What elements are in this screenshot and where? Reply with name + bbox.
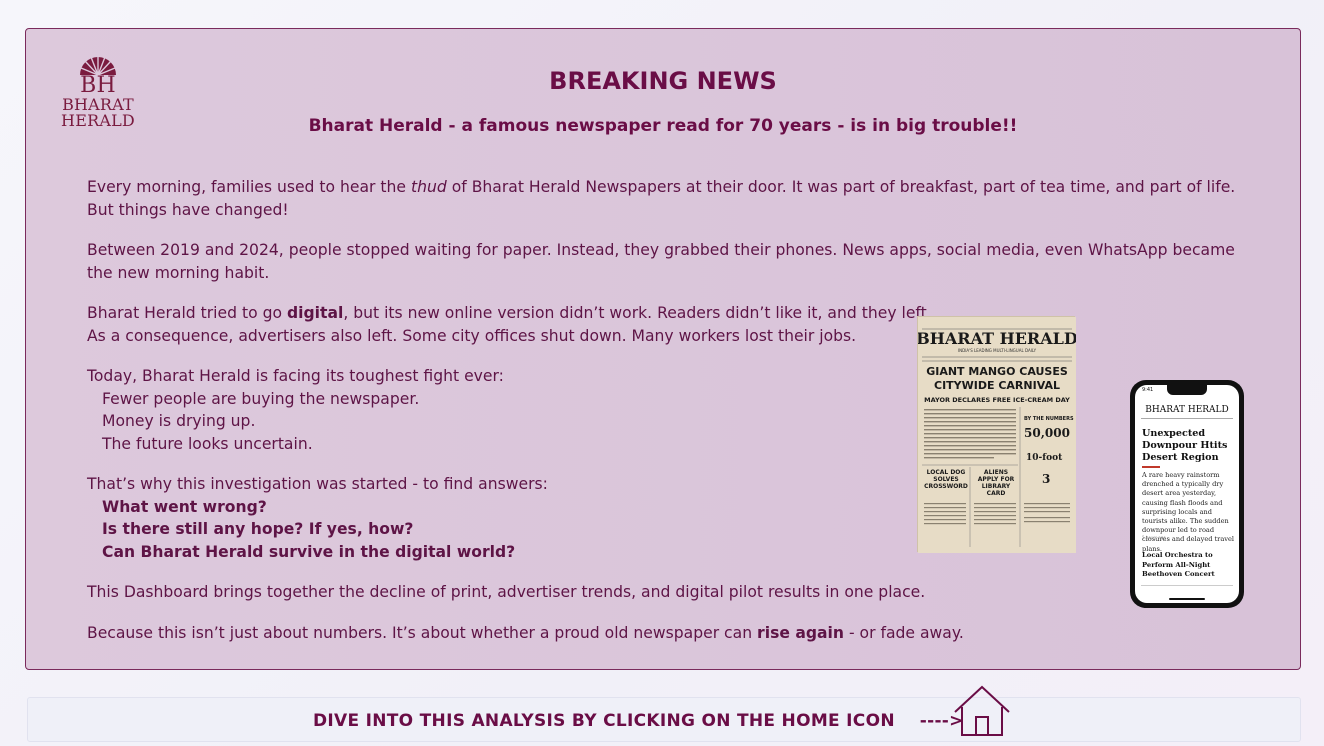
newspaper-masthead: BHARAT HERALD — [918, 329, 1076, 348]
phone-notch — [1167, 385, 1207, 395]
phone-accent-line — [1142, 466, 1160, 468]
paragraph-1: Every morning, families used to hear the… — [87, 176, 1247, 221]
footer-cta: DIVE INTO THIS ANALYSIS BY CLICKING ON T… — [313, 711, 964, 731]
p3-text-a: Bharat Herald tried to go — [87, 304, 287, 322]
newspaper-num-2: 10-foot — [1026, 453, 1063, 463]
phone-article-age: 5 hours ago — [1142, 535, 1166, 540]
phone-home-indicator — [1169, 598, 1205, 600]
p3-text-b: , but its new online version didn’t work… — [343, 304, 932, 322]
phone-masthead: BHARAT HERALD — [1145, 405, 1229, 415]
phone-article-body: A rare heavy rainstorm drenched a typica… — [1142, 471, 1235, 553]
phone-screen: 9:41 BHARAT HERALD Unexpected Downpour H… — [1135, 385, 1239, 603]
paragraph-2: Between 2019 and 2024, people stopped wa… — [87, 241, 1235, 282]
newspaper-num-3: 3 — [1042, 472, 1050, 486]
newspaper-num-1: 50,000 — [1024, 426, 1070, 440]
p7-bold: rise again — [757, 623, 845, 642]
paragraph-6: This Dashboard brings together the decli… — [87, 583, 926, 601]
p3-text-c: As a consequence, advertisers also left.… — [87, 326, 857, 345]
p4-item: Money is drying up. — [102, 412, 256, 430]
phone-divider — [1141, 418, 1233, 419]
p1-text-a: Every morning, families used to hear the — [87, 178, 411, 196]
footer-cta-text: DIVE INTO THIS ANALYSIS BY CLICKING ON T… — [313, 711, 895, 731]
newspaper-image: BHARAT HERALD INDIA'S LEADING MULTI-LING… — [917, 316, 1076, 553]
newspaper-tagline: INDIA'S LEADING MULTI-LINGUAL DAILY — [958, 348, 1037, 353]
breaking-news-panel: BH BHARAT HERALD BREAKING NEWS Bharat He… — [25, 28, 1301, 670]
newspaper-subhead: MAYOR DECLARES FREE ICE-CREAM DAY — [924, 396, 1070, 404]
phone-headline-2: Local Orchestra to Perform All-Night Bee… — [1142, 551, 1215, 578]
p4-intro: Today, Bharat Herald is facing its tough… — [87, 367, 504, 385]
page-title: BREAKING NEWS — [549, 67, 777, 95]
p4-item: Fewer people are buying the newspaper. — [102, 389, 420, 408]
newspaper-headline-1: GIANT MANGO CAUSES — [926, 365, 1068, 378]
phone-time: 9:41 — [1142, 387, 1154, 393]
phone-headline: Unexpected Downpour Htits Desert Region — [1142, 428, 1228, 463]
newspaper-side-story-2: ALIENS APPLY FOR LIBRARY CARD — [977, 469, 1015, 497]
smartphone-image: 9:41 BHARAT HERALD Unexpected Downpour H… — [1130, 380, 1244, 608]
p4-item: The future looks uncertain. — [102, 434, 313, 453]
p1-text-c: But things have changed! — [87, 200, 289, 219]
home-icon[interactable] — [952, 684, 1012, 742]
p1-text-b: of Bharat Herald Newspapers at their doo… — [446, 178, 1236, 196]
p7-text-a: Because this isn’t just about numbers. I… — [87, 623, 758, 642]
question-item: What went wrong? — [102, 497, 267, 516]
question-item: Can Bharat Herald survive in the digital… — [102, 542, 516, 561]
phone-bottom-divider — [1141, 585, 1233, 586]
p7-text-b: - or fade away. — [844, 623, 964, 642]
question-item: Is there still any hope? If yes, how? — [102, 520, 414, 538]
p5-intro: That’s why this investigation was starte… — [87, 475, 548, 493]
footer-cta-bar: DIVE INTO THIS ANALYSIS BY CLICKING ON T… — [27, 685, 1301, 742]
paragraph-7: Because this isn’t just about numbers. I… — [87, 622, 1247, 645]
p3-bold: digital — [286, 304, 344, 322]
newspaper-side-story-1: LOCAL DOG SOLVES CROSSWORD — [924, 469, 968, 490]
newspaper-headline-2: CITYWIDE CARNIVAL — [934, 379, 1060, 392]
newspaper-numbers-title: BY THE NUMBERS — [1024, 416, 1074, 422]
page-subtitle: Bharat Herald - a famous newspaper read … — [308, 116, 1018, 136]
p1-emphasis: thud — [410, 178, 447, 196]
